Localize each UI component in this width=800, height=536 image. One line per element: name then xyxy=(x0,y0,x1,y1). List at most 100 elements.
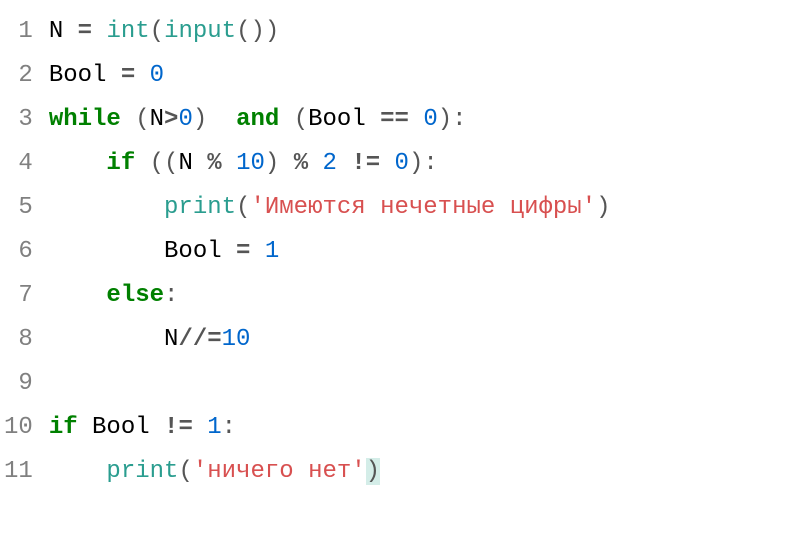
token: 0 xyxy=(423,106,437,133)
line-number: 8 xyxy=(4,318,33,362)
code-line[interactable]: N//=10 xyxy=(49,318,792,362)
token xyxy=(250,238,264,265)
token: ) xyxy=(409,150,423,177)
line-number: 1 xyxy=(4,10,33,54)
token xyxy=(92,18,106,45)
token: != xyxy=(351,150,380,177)
token: and xyxy=(236,106,279,133)
token: % xyxy=(294,150,308,177)
token: 0 xyxy=(178,106,192,133)
token: == xyxy=(380,106,409,133)
code-editor[interactable]: 1234567891011 N = int(input())Bool = 0wh… xyxy=(0,0,800,536)
code-line[interactable]: if Bool != 1: xyxy=(49,406,792,450)
token: ) xyxy=(596,194,610,221)
token: ) xyxy=(438,106,452,133)
token: while xyxy=(49,106,121,133)
line-number: 11 xyxy=(4,450,33,494)
token xyxy=(409,106,423,133)
code-area[interactable]: N = int(input())Bool = 0while (N>0) and … xyxy=(41,0,800,536)
token: input xyxy=(164,18,236,45)
token: != xyxy=(164,414,193,441)
code-line[interactable]: Bool = 0 xyxy=(49,54,792,98)
token: int xyxy=(106,18,149,45)
token: ( xyxy=(294,106,308,133)
token: 2 xyxy=(323,150,337,177)
token: ) xyxy=(366,458,380,485)
code-line[interactable]: print('Имеются нечетные цифры') xyxy=(49,186,792,230)
token: Bool xyxy=(308,106,380,133)
token: % xyxy=(207,150,221,177)
code-line[interactable] xyxy=(49,362,792,406)
token: Bool xyxy=(164,238,236,265)
token xyxy=(380,150,394,177)
token: Bool xyxy=(49,62,121,89)
line-number: 4 xyxy=(4,142,33,186)
token: N xyxy=(178,150,207,177)
token: > xyxy=(164,106,178,133)
token: ( xyxy=(135,106,149,133)
token: 0 xyxy=(150,62,164,89)
token: 'Имеются нечетные цифры' xyxy=(250,194,596,221)
code-line[interactable]: N = int(input()) xyxy=(49,10,792,54)
token: () xyxy=(236,18,265,45)
code-line[interactable]: Bool = 1 xyxy=(49,230,792,274)
code-line[interactable]: if ((N % 10) % 2 != 0): xyxy=(49,142,792,186)
indent xyxy=(49,326,164,353)
token: ( xyxy=(150,18,164,45)
token: 'ничего нет' xyxy=(193,458,366,485)
token xyxy=(308,150,322,177)
token: N xyxy=(49,18,78,45)
token: print xyxy=(106,458,178,485)
token xyxy=(135,150,149,177)
token: ) xyxy=(193,106,207,133)
line-number: 2 xyxy=(4,54,33,98)
token xyxy=(279,150,293,177)
indent xyxy=(49,194,164,221)
line-number: 3 xyxy=(4,98,33,142)
token: if xyxy=(49,414,78,441)
token xyxy=(337,150,351,177)
token: Bool xyxy=(78,414,164,441)
line-number: 5 xyxy=(4,186,33,230)
code-line[interactable]: else: xyxy=(49,274,792,318)
token: ) xyxy=(265,150,279,177)
token: : xyxy=(452,106,466,133)
token: N xyxy=(164,326,178,353)
token: else xyxy=(106,282,164,309)
token xyxy=(222,150,236,177)
token: if xyxy=(106,150,135,177)
line-number: 6 xyxy=(4,230,33,274)
token: 0 xyxy=(395,150,409,177)
token: 10 xyxy=(222,326,251,353)
token xyxy=(279,106,293,133)
token: ( xyxy=(178,458,192,485)
token: 10 xyxy=(236,150,265,177)
token: ( xyxy=(236,194,250,221)
indent xyxy=(49,282,107,309)
token: 1 xyxy=(207,414,221,441)
token: = xyxy=(78,18,92,45)
code-line[interactable]: while (N>0) and (Bool == 0): xyxy=(49,98,792,142)
token: //= xyxy=(178,326,221,353)
line-number: 9 xyxy=(4,362,33,406)
token: 1 xyxy=(265,238,279,265)
line-number-gutter: 1234567891011 xyxy=(0,0,41,536)
token: : xyxy=(423,150,437,177)
token: (( xyxy=(150,150,179,177)
token: print xyxy=(164,194,236,221)
line-number: 7 xyxy=(4,274,33,318)
token xyxy=(121,106,135,133)
token xyxy=(193,414,207,441)
token xyxy=(207,106,236,133)
token: N xyxy=(150,106,164,133)
token xyxy=(135,62,149,89)
token: = xyxy=(121,62,135,89)
token: ) xyxy=(265,18,279,45)
code-line[interactable]: print('ничего нет') xyxy=(49,450,792,494)
indent xyxy=(49,238,164,265)
indent xyxy=(49,458,107,485)
token: = xyxy=(236,238,250,265)
indent xyxy=(49,150,107,177)
token: : xyxy=(164,282,178,309)
token: : xyxy=(222,414,236,441)
